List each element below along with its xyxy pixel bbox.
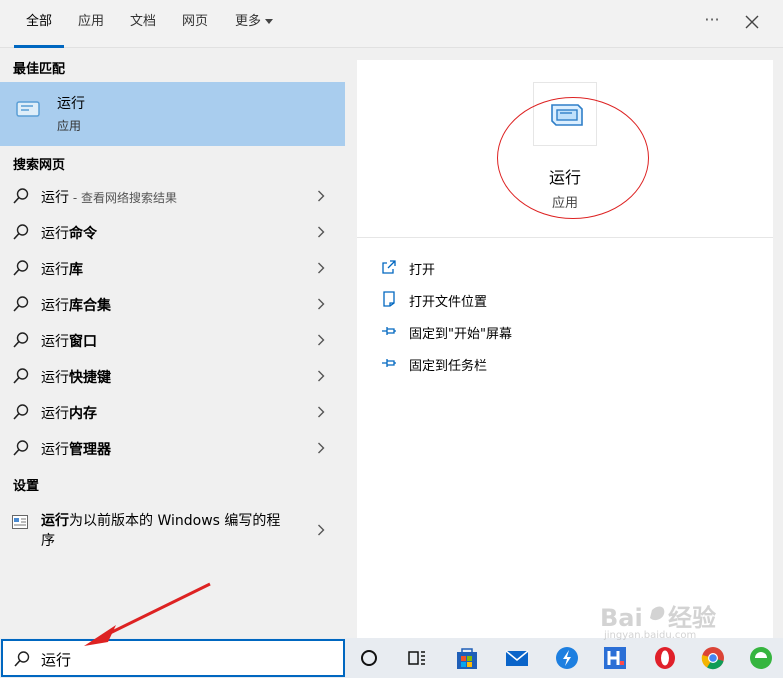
web-result-label: 运行 - 查看网络搜索结果	[41, 190, 177, 206]
run-app-icon	[551, 104, 583, 126]
best-match-item[interactable]: 运行 应用	[0, 82, 345, 146]
web-result-label: 运行库合集	[41, 298, 111, 314]
pin-to-taskbar-action[interactable]: 固定到任务栏	[381, 352, 761, 376]
tab-more[interactable]: 更多	[228, 0, 280, 48]
best-match-title: 运行	[57, 96, 85, 112]
open-action[interactable]: 打开	[381, 256, 761, 280]
open-action-label: 打开	[409, 263, 436, 278]
search-icon	[13, 296, 29, 312]
green-browser-icon	[750, 647, 772, 669]
web-result-item[interactable]: 运行库	[0, 250, 345, 286]
opera-icon	[655, 647, 675, 669]
search-icon	[13, 368, 29, 384]
chevron-right-icon	[318, 334, 325, 346]
thunder-button[interactable]	[552, 643, 582, 673]
open-file-location-label: 打开文件位置	[409, 295, 488, 310]
web-result-item[interactable]: 运行 - 查看网络搜索结果	[0, 178, 345, 214]
web-result-item[interactable]: 运行内存	[0, 394, 345, 430]
search-icon	[13, 404, 29, 420]
detail-subtitle: 应用	[551, 196, 578, 211]
settings-result-item[interactable]: 运行为以前版本的 Windows 编写的程序	[0, 503, 345, 557]
divider	[357, 237, 773, 238]
task-view-icon	[408, 651, 425, 665]
search-icon	[13, 260, 29, 276]
web-result-item[interactable]: 运行命令	[0, 214, 345, 250]
web-result-label: 运行管理器	[41, 442, 111, 458]
section-web-search: 搜索网页	[13, 158, 66, 173]
run-app-icon	[16, 101, 40, 117]
chrome-button[interactable]	[698, 643, 728, 673]
results-panel: 最佳匹配 运行 应用 搜索网页 运行 - 查看网络搜索结果 运行命令 运行库 运…	[0, 49, 345, 638]
app-tile	[533, 82, 597, 146]
chevron-right-icon	[318, 226, 325, 238]
h-app-icon	[604, 647, 626, 669]
chevron-right-icon	[318, 190, 325, 202]
mail-button[interactable]	[502, 643, 532, 673]
search-icon	[14, 651, 30, 667]
tab-all[interactable]: 全部	[14, 0, 64, 48]
search-input[interactable]	[41, 647, 331, 671]
close-icon	[745, 15, 759, 29]
search-icon	[13, 332, 29, 348]
chevron-right-icon	[318, 298, 325, 310]
detail-title: 运行	[548, 168, 581, 187]
tab-web[interactable]: 网页	[176, 0, 214, 48]
thunder-icon	[556, 647, 578, 669]
web-result-label: 运行库	[41, 262, 83, 278]
detail-panel: 运行 应用 打开 打开文件位置 固定到"开始"屏幕 固定到任务栏	[357, 60, 773, 638]
web-result-label: 运行快捷键	[41, 370, 111, 386]
tab-apps[interactable]: 应用	[72, 0, 110, 48]
chrome-icon	[701, 647, 724, 670]
pin-icon	[382, 359, 396, 367]
file-location-icon	[383, 291, 395, 307]
search-icon	[13, 440, 29, 456]
cortana-circle-icon	[361, 650, 377, 666]
tab-documents[interactable]: 文档	[124, 0, 162, 48]
store-button[interactable]	[452, 643, 482, 673]
web-result-label: 运行窗口	[41, 334, 97, 350]
chevron-right-icon	[318, 406, 325, 418]
h-app-button[interactable]	[600, 643, 630, 673]
pin-to-start-label: 固定到"开始"屏幕	[409, 327, 512, 342]
web-result-label: 运行命令	[41, 226, 97, 242]
compatibility-settings-icon	[12, 515, 28, 529]
web-result-item[interactable]: 运行库合集	[0, 286, 345, 322]
section-settings: 设置	[13, 479, 40, 494]
chevron-right-icon	[318, 524, 325, 536]
mail-icon	[505, 650, 529, 666]
open-icon	[382, 260, 396, 274]
more-options-button[interactable]: ···	[700, 10, 724, 34]
pin-to-taskbar-label: 固定到任务栏	[409, 359, 488, 374]
search-scope-tabs: 全部 应用 文档 网页 更多 ···	[0, 0, 783, 48]
store-icon	[457, 648, 477, 669]
search-icon	[13, 224, 29, 240]
chevron-down-icon	[265, 19, 273, 24]
open-file-location-action[interactable]: 打开文件位置	[381, 288, 761, 312]
pin-icon	[382, 327, 396, 335]
search-box[interactable]	[1, 639, 345, 677]
settings-result-label: 运行为以前版本的 Windows 编写的程序	[41, 513, 281, 549]
best-match-subtitle: 应用	[57, 119, 82, 133]
section-best-match: 最佳匹配	[13, 62, 66, 77]
pin-to-start-action[interactable]: 固定到"开始"屏幕	[381, 320, 761, 344]
search-icon	[13, 188, 29, 204]
web-result-item[interactable]: 运行快捷键	[0, 358, 345, 394]
chevron-right-icon	[318, 442, 325, 454]
task-view-button[interactable]	[402, 643, 432, 673]
chevron-right-icon	[318, 370, 325, 382]
web-result-item[interactable]: 运行管理器	[0, 430, 345, 466]
opera-button[interactable]	[650, 643, 680, 673]
tab-more-label: 更多	[234, 14, 261, 29]
web-result-label: 运行内存	[41, 406, 97, 422]
web-result-item[interactable]: 运行窗口	[0, 322, 345, 358]
cortana-button[interactable]	[354, 643, 384, 673]
taskbar	[0, 638, 783, 678]
close-button[interactable]	[741, 11, 763, 33]
chevron-right-icon	[318, 262, 325, 274]
green-browser-button[interactable]	[746, 643, 776, 673]
